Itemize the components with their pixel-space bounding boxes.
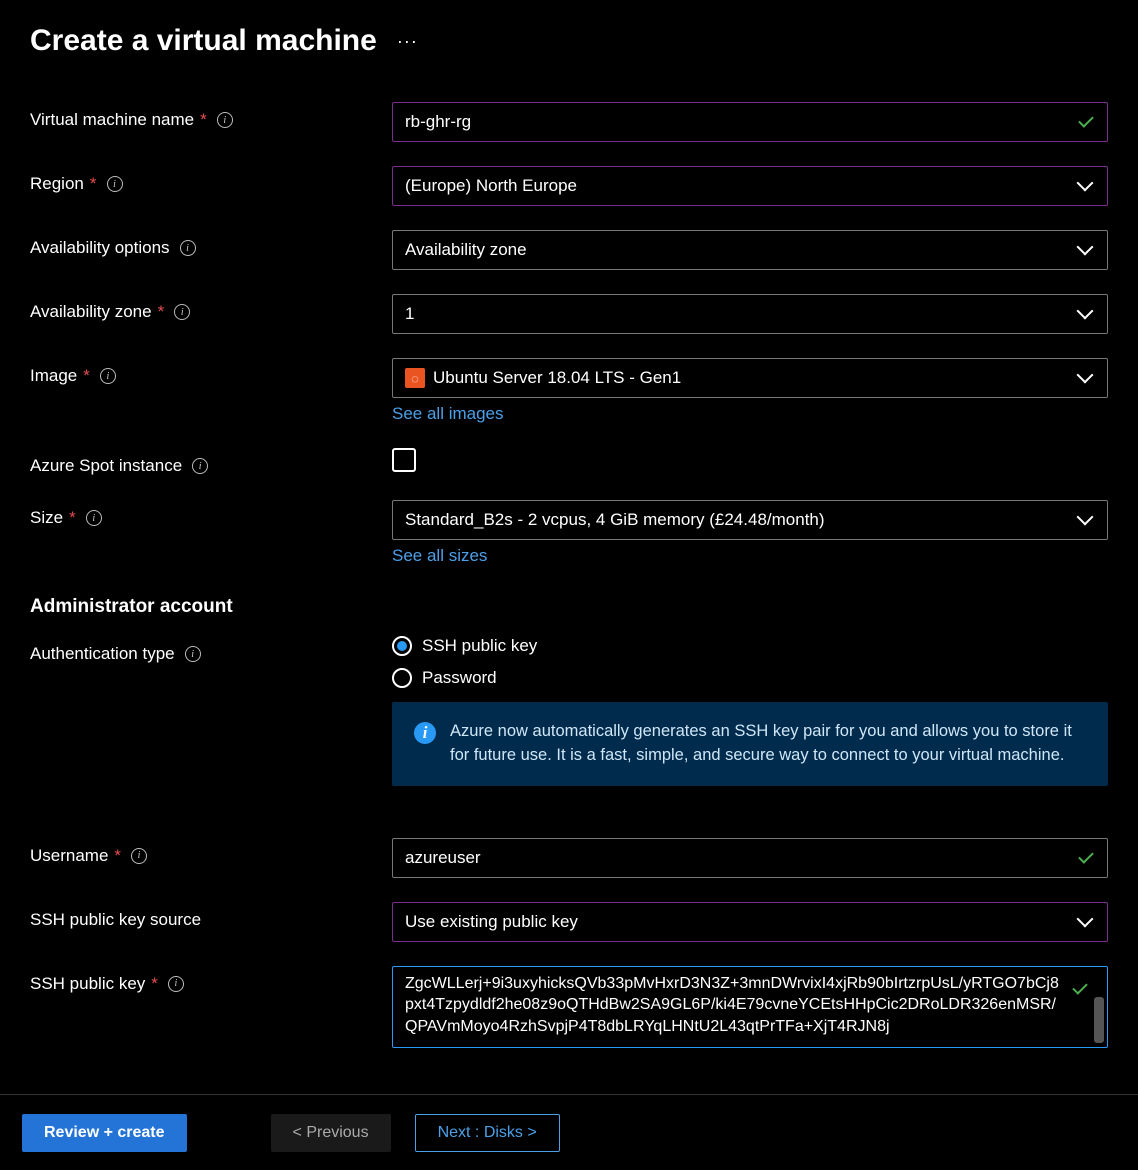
availability-zone-dropdown[interactable]: 1	[392, 294, 1108, 334]
info-icon[interactable]: i	[192, 458, 208, 474]
ssh-source-value: Use existing public key	[405, 912, 1065, 932]
required-asterisk: *	[200, 110, 207, 130]
radio-icon	[392, 668, 412, 688]
availability-options-dropdown[interactable]: Availability zone	[392, 230, 1108, 270]
info-icon[interactable]: i	[180, 240, 196, 256]
info-icon[interactable]: i	[107, 176, 123, 192]
region-label: Region	[30, 174, 84, 194]
info-filled-icon: i	[414, 722, 436, 744]
vm-name-input[interactable]	[405, 112, 1065, 132]
admin-account-section: Administrator account	[30, 596, 1108, 618]
availability-options-value: Availability zone	[405, 240, 1065, 260]
required-asterisk: *	[151, 974, 158, 994]
image-dropdown[interactable]: Ubuntu Server 18.04 LTS - Gen1	[392, 358, 1108, 398]
review-create-button[interactable]: Review + create	[22, 1114, 187, 1152]
ssh-key-label: SSH public key	[30, 974, 145, 994]
region-dropdown[interactable]: (Europe) North Europe	[392, 166, 1108, 206]
chevron-down-icon	[1079, 307, 1093, 321]
scrollbar-thumb[interactable]	[1094, 997, 1104, 1043]
ssh-source-label: SSH public key source	[30, 910, 201, 930]
image-label: Image	[30, 366, 77, 386]
availability-zone-label: Availability zone	[30, 302, 152, 322]
valid-check-icon	[1071, 983, 1089, 995]
region-value: (Europe) North Europe	[405, 176, 1065, 196]
radio-icon	[392, 636, 412, 656]
see-all-images-link[interactable]: See all images	[392, 404, 504, 424]
info-icon[interactable]: i	[86, 510, 102, 526]
auth-type-password-label: Password	[422, 668, 497, 688]
info-icon[interactable]: i	[168, 976, 184, 992]
ssh-source-dropdown[interactable]: Use existing public key	[392, 902, 1108, 942]
valid-check-icon	[1077, 852, 1095, 864]
wizard-footer: Review + create < Previous Next : Disks …	[0, 1094, 1138, 1170]
spot-instance-label: Azure Spot instance	[30, 456, 182, 476]
required-asterisk: *	[83, 366, 90, 386]
availability-options-label: Availability options	[30, 238, 170, 258]
ssh-info-banner: i Azure now automatically generates an S…	[392, 702, 1108, 786]
required-asterisk: *	[114, 846, 121, 866]
info-icon[interactable]: i	[100, 368, 116, 384]
next-disks-button[interactable]: Next : Disks >	[415, 1114, 560, 1152]
chevron-down-icon	[1079, 915, 1093, 929]
info-icon[interactable]: i	[131, 848, 147, 864]
auth-type-ssh-radio[interactable]: SSH public key	[392, 636, 1108, 656]
info-icon[interactable]: i	[217, 112, 233, 128]
more-actions-icon[interactable]: ···	[397, 31, 418, 52]
vm-name-input-wrap[interactable]	[392, 102, 1108, 142]
required-asterisk: *	[90, 174, 97, 194]
required-asterisk: *	[69, 508, 76, 528]
availability-zone-value: 1	[405, 304, 1065, 324]
previous-button[interactable]: < Previous	[271, 1114, 391, 1152]
chevron-down-icon	[1079, 243, 1093, 257]
username-label: Username	[30, 846, 108, 866]
ssh-info-text: Azure now automatically generates an SSH…	[450, 720, 1086, 768]
chevron-down-icon	[1079, 513, 1093, 527]
required-asterisk: *	[158, 302, 165, 322]
size-dropdown[interactable]: Standard_B2s - 2 vcpus, 4 GiB memory (£2…	[392, 500, 1108, 540]
info-icon[interactable]: i	[185, 646, 201, 662]
username-input-wrap[interactable]	[392, 838, 1108, 878]
auth-type-ssh-label: SSH public key	[422, 636, 537, 656]
see-all-sizes-link[interactable]: See all sizes	[392, 546, 487, 566]
chevron-down-icon	[1079, 371, 1093, 385]
info-icon[interactable]: i	[174, 304, 190, 320]
page-title: Create a virtual machine	[30, 24, 377, 58]
size-value: Standard_B2s - 2 vcpus, 4 GiB memory (£2…	[405, 510, 1065, 530]
vm-name-label: Virtual machine name	[30, 110, 194, 130]
chevron-down-icon	[1079, 179, 1093, 193]
ssh-key-value: ZgcWLLerj+9i3uxyhicksQVb33pMvHxrD3N3Z+3m…	[405, 973, 1067, 1038]
ssh-key-textarea[interactable]: ZgcWLLerj+9i3uxyhicksQVb33pMvHxrD3N3Z+3m…	[392, 966, 1108, 1048]
auth-type-password-radio[interactable]: Password	[392, 668, 1108, 688]
size-label: Size	[30, 508, 63, 528]
image-value: Ubuntu Server 18.04 LTS - Gen1	[433, 368, 1065, 388]
auth-type-label: Authentication type	[30, 644, 175, 664]
ubuntu-icon	[405, 368, 425, 388]
valid-check-icon	[1077, 116, 1095, 128]
username-input[interactable]	[405, 848, 1065, 868]
spot-instance-checkbox[interactable]	[392, 448, 416, 472]
